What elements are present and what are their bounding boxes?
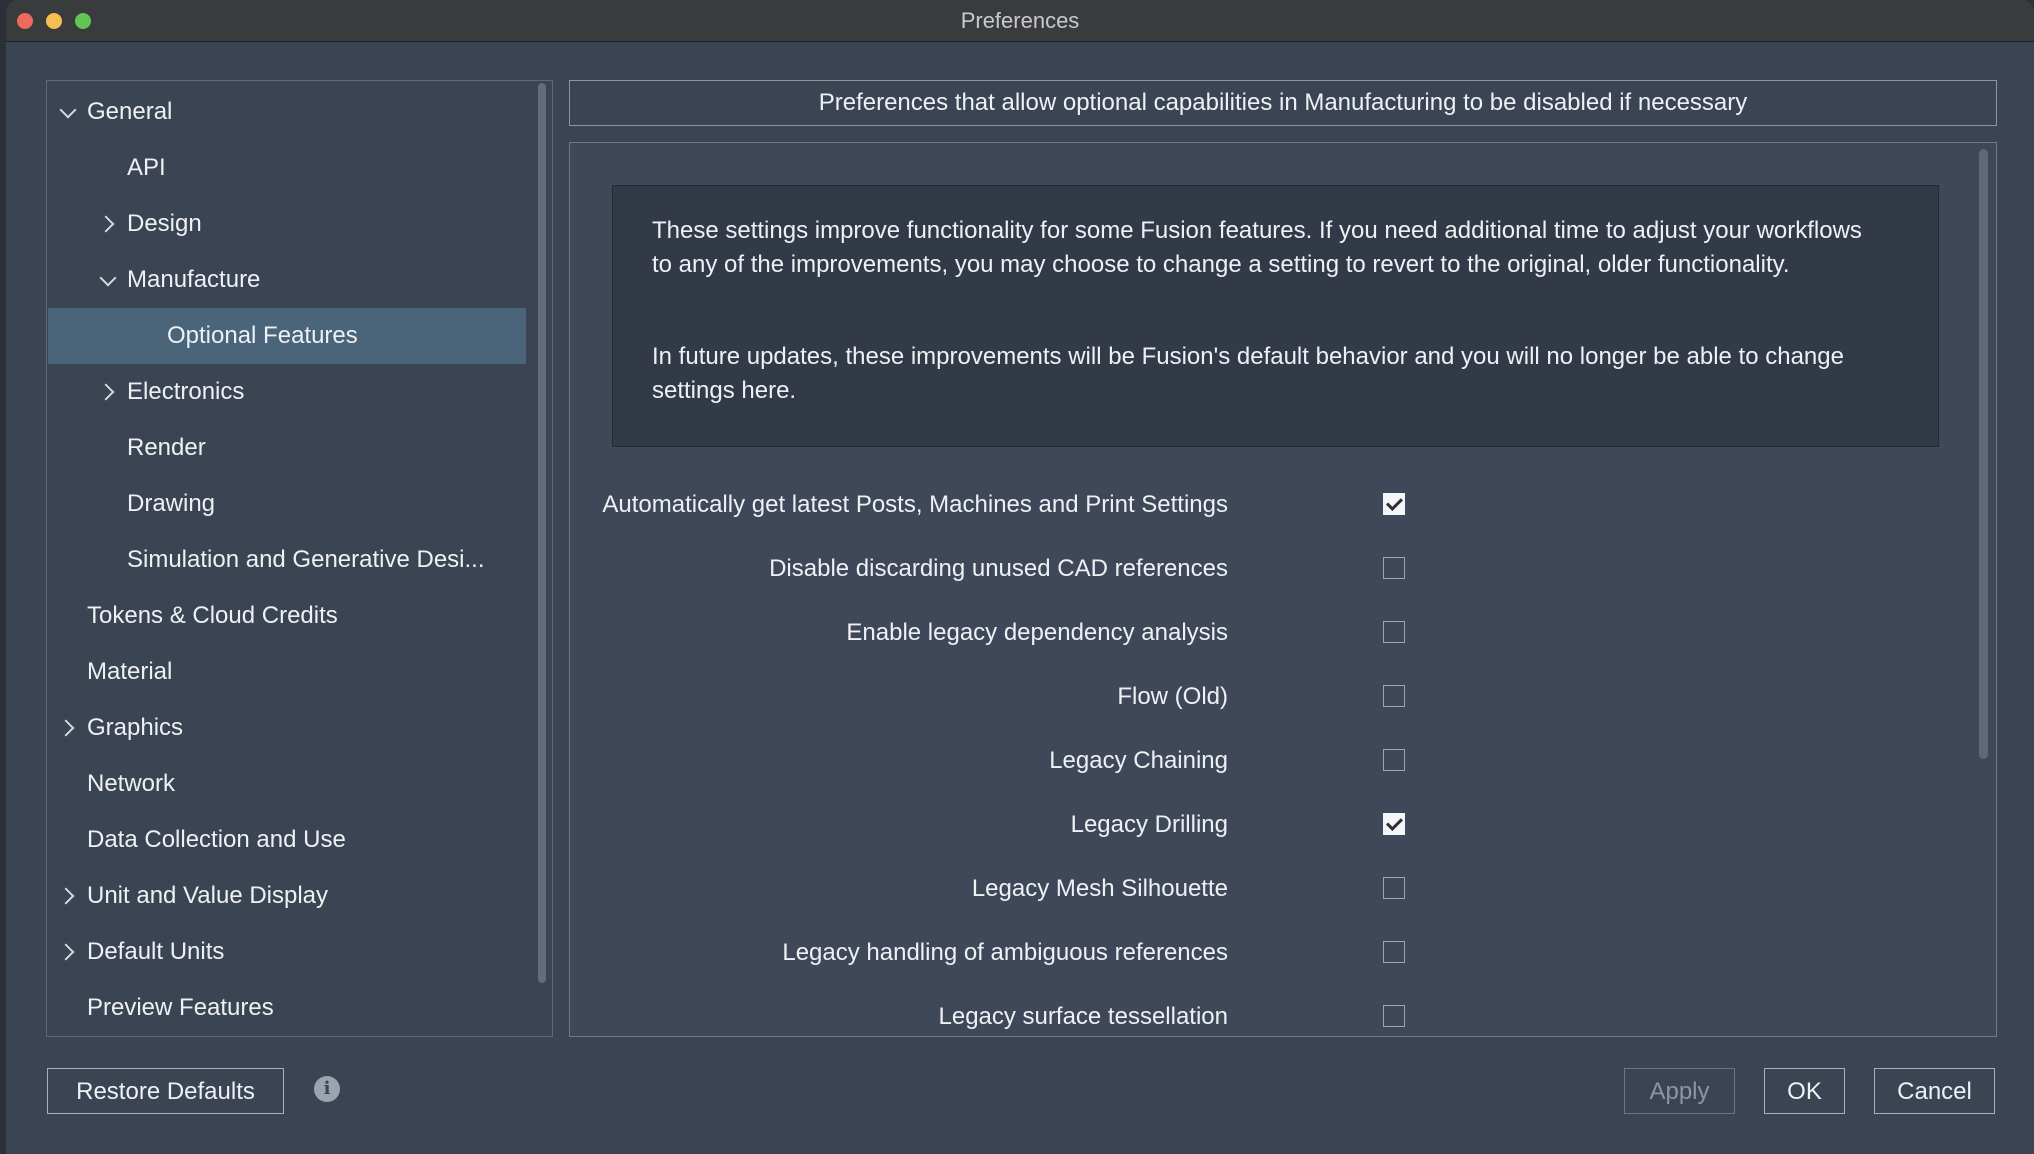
chevron-right-icon[interactable] bbox=[97, 215, 115, 233]
chevron-right-icon[interactable] bbox=[57, 719, 75, 737]
tree-item-preview-features[interactable]: Preview Features bbox=[47, 980, 527, 1036]
tree-item-label: Design bbox=[127, 210, 202, 237]
option-row: Legacy Drilling bbox=[570, 805, 1770, 845]
sidebar-scrollbar[interactable] bbox=[538, 83, 546, 983]
tree-item-design[interactable]: Design bbox=[47, 196, 527, 252]
chevron-right-icon[interactable] bbox=[57, 943, 75, 961]
option-checkbox[interactable] bbox=[1383, 557, 1405, 579]
tree-item-optional-features[interactable]: Optional Features bbox=[48, 308, 526, 364]
option-checkbox[interactable] bbox=[1383, 813, 1405, 835]
tree-item-default-units[interactable]: Default Units bbox=[47, 924, 527, 980]
option-checkbox[interactable] bbox=[1383, 685, 1405, 707]
option-label: Automatically get latest Posts, Machines… bbox=[602, 491, 1228, 518]
option-row: Legacy surface tessellation bbox=[570, 997, 1770, 1037]
tree-item-label: Graphics bbox=[87, 714, 184, 741]
info-icon[interactable]: i bbox=[314, 1076, 340, 1102]
tree-item-api[interactable]: API bbox=[47, 140, 527, 196]
chevron-down-icon[interactable] bbox=[99, 269, 117, 287]
tree-item-label: Default Units bbox=[87, 938, 225, 965]
option-row: Legacy handling of ambiguous references bbox=[570, 933, 1770, 973]
info-box: These settings improve functionality for… bbox=[612, 185, 1939, 447]
option-label: Legacy Mesh Silhouette bbox=[971, 875, 1228, 902]
tree-item-tokens[interactable]: Tokens & Cloud Credits bbox=[47, 588, 527, 644]
option-row: Flow (Old) bbox=[570, 677, 1770, 717]
preferences-window: Preferences General API Design Manufactu… bbox=[6, 0, 2034, 1154]
chevron-right-icon[interactable] bbox=[57, 887, 75, 905]
tree-item-electronics[interactable]: Electronics bbox=[47, 364, 527, 420]
option-checkbox[interactable] bbox=[1383, 1005, 1405, 1027]
tree-item-render[interactable]: Render bbox=[47, 420, 527, 476]
option-label: Legacy Drilling bbox=[1070, 811, 1228, 838]
tree-item-label: Preview Features bbox=[87, 994, 274, 1021]
option-checkbox[interactable] bbox=[1383, 493, 1405, 515]
title-bar: Preferences bbox=[6, 0, 2034, 42]
tree-item-label: Material bbox=[87, 658, 173, 685]
tree-item-material[interactable]: Material bbox=[47, 644, 527, 700]
option-row: Enable legacy dependency analysis bbox=[570, 613, 1770, 653]
option-checkbox[interactable] bbox=[1383, 749, 1405, 771]
page-description: Preferences that allow optional capabili… bbox=[569, 80, 1997, 126]
content-scrollbar[interactable] bbox=[1979, 149, 1988, 759]
ok-button[interactable]: OK bbox=[1764, 1068, 1845, 1114]
preferences-tree: General API Design Manufacture Optional … bbox=[46, 80, 553, 1037]
tree-item-label: Tokens & Cloud Credits bbox=[87, 602, 338, 629]
tree-item-label: Network bbox=[87, 770, 176, 797]
tree-item-data-collection[interactable]: Data Collection and Use bbox=[47, 812, 527, 868]
option-row: Legacy Chaining bbox=[570, 741, 1770, 781]
tree-item-label: Electronics bbox=[127, 378, 245, 405]
tree-item-network[interactable]: Network bbox=[47, 756, 527, 812]
tree-item-drawing[interactable]: Drawing bbox=[47, 476, 527, 532]
apply-button[interactable]: Apply bbox=[1624, 1068, 1735, 1114]
info-paragraph: These settings improve functionality for… bbox=[652, 217, 1862, 278]
option-checkbox[interactable] bbox=[1383, 941, 1405, 963]
options-panel: These settings improve functionality for… bbox=[569, 142, 1997, 1037]
tree-item-manufacture[interactable]: Manufacture bbox=[47, 252, 527, 308]
tree-item-label: General bbox=[87, 98, 173, 125]
tree-item-label: Simulation and Generative Desi... bbox=[127, 546, 485, 573]
option-label: Flow (Old) bbox=[1117, 683, 1228, 710]
window-title: Preferences bbox=[960, 8, 1080, 33]
tree-item-label: Manufacture bbox=[127, 266, 261, 293]
option-row: Disable discarding unused CAD references bbox=[570, 549, 1770, 589]
chevron-down-icon[interactable] bbox=[59, 101, 77, 119]
tree-item-label: Unit and Value Display bbox=[87, 882, 329, 909]
option-row: Legacy Mesh Silhouette bbox=[570, 869, 1770, 909]
option-label: Disable discarding unused CAD references bbox=[769, 555, 1228, 582]
tree-item-label: Render bbox=[127, 434, 206, 461]
tree-item-label: Data Collection and Use bbox=[87, 826, 346, 853]
tree-item-label: API bbox=[127, 154, 166, 181]
chevron-right-icon[interactable] bbox=[97, 383, 115, 401]
option-checkbox[interactable] bbox=[1383, 621, 1405, 643]
option-label: Enable legacy dependency analysis bbox=[846, 619, 1228, 646]
option-label: Legacy surface tessellation bbox=[938, 1003, 1229, 1030]
tree-item-label: Drawing bbox=[127, 490, 216, 517]
tree-item-graphics[interactable]: Graphics bbox=[47, 700, 527, 756]
option-row: Automatically get latest Posts, Machines… bbox=[570, 485, 1770, 525]
tree-item-unit-display[interactable]: Unit and Value Display bbox=[47, 868, 527, 924]
restore-defaults-button[interactable]: Restore Defaults bbox=[47, 1068, 284, 1114]
tree-item-label: Optional Features bbox=[167, 322, 358, 349]
option-label: Legacy handling of ambiguous references bbox=[782, 939, 1228, 966]
info-paragraph: In future updates, these improvements wi… bbox=[652, 343, 1844, 404]
tree-item-general[interactable]: General bbox=[47, 84, 527, 140]
tree-item-simulation[interactable]: Simulation and Generative Desi... bbox=[47, 532, 527, 588]
option-label: Legacy Chaining bbox=[1049, 747, 1228, 774]
option-checkbox[interactable] bbox=[1383, 877, 1405, 899]
cancel-button[interactable]: Cancel bbox=[1874, 1068, 1995, 1114]
